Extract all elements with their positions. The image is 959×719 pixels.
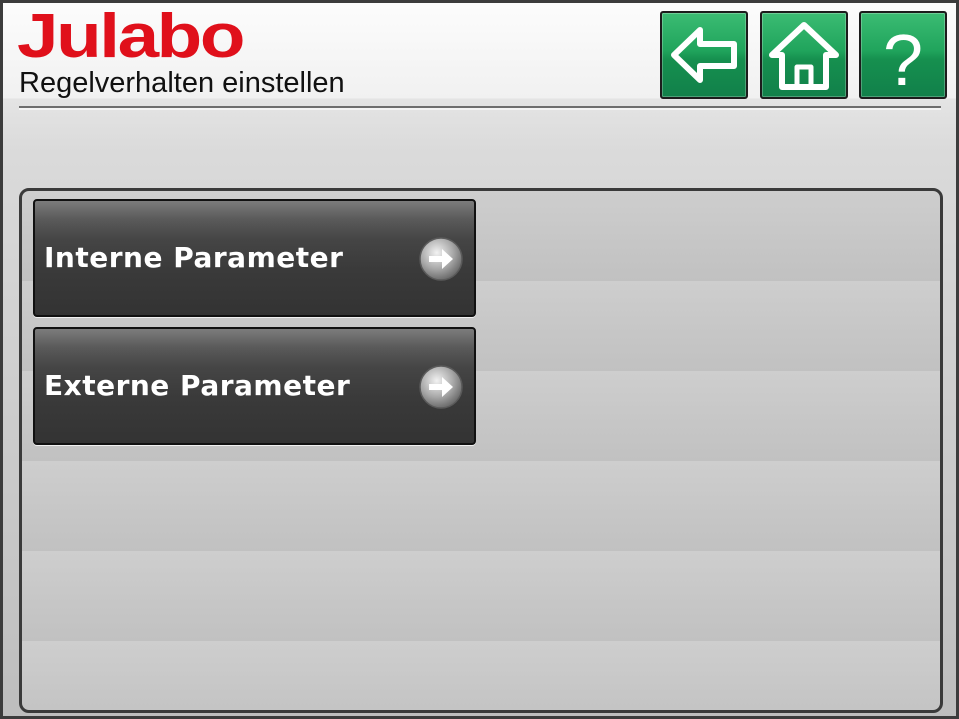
page-title: Regelverhalten einstellen: [19, 67, 345, 99]
arrow-right-circle-icon: [419, 365, 463, 409]
logo-text: Julabo: [17, 5, 243, 65]
julabo-logo: Julabo: [17, 5, 245, 65]
menu-item-internal-parameters[interactable]: Interne Parameter: [33, 199, 476, 317]
arrow-right-circle-icon: [419, 237, 463, 281]
help-glyph: ?: [883, 21, 923, 97]
menu-item-external-parameters[interactable]: Externe Parameter: [33, 327, 476, 445]
home-icon: [769, 22, 839, 90]
help-button[interactable]: ?: [859, 11, 947, 99]
help-icon: ?: [883, 21, 923, 97]
header-divider: [19, 106, 941, 110]
home-button[interactable]: [760, 11, 848, 99]
menu-item-label: Interne Parameter: [44, 241, 344, 274]
back-button[interactable]: [660, 11, 748, 99]
back-arrow-icon: [671, 27, 737, 83]
menu-item-label: Externe Parameter: [44, 369, 351, 402]
device-screen: Julabo Regelverhalten einstellen ? Inter…: [0, 0, 959, 719]
